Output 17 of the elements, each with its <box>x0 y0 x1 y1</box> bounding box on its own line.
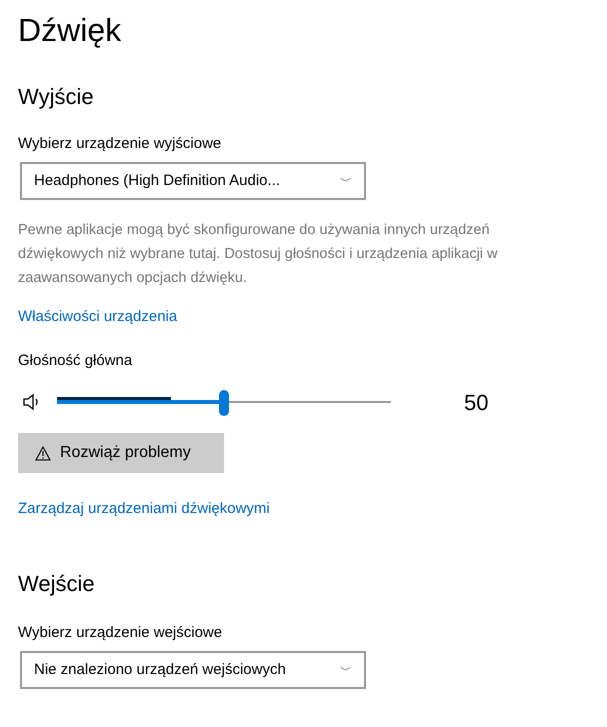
field-label: Wybierz urządzenie wyjściowe <box>18 134 222 154</box>
device-properties-link[interactable]: Właściwości urządzenia <box>18 308 178 325</box>
slider-thumb[interactable] <box>219 390 229 416</box>
device-dropdown[interactable]: Headphones (High Definition Audio... ﹀ <box>20 162 366 200</box>
chevron-icon: ﹀ <box>340 172 352 190</box>
warning-icon <box>35 446 51 460</box>
info-text: Pewne aplikacje mogą być skonfigurowane do używania innych urządzeń dźwiękowych niż wybrane tutaj. Dostosuj głośności i urządzenia aplikacji w zaawansowanych opcjach dźwięku. <box>18 221 499 288</box>
field-label: Wybierz urządzenie wejściowe <box>18 623 222 643</box>
field-label: Głośność główna <box>18 352 132 369</box>
troubleshoot-button[interactable]: Rozwiąż problemy <box>18 433 224 473</box>
manage-devices-link[interactable]: Zarządzaj urządzeniami dźwiękowymi <box>18 500 270 517</box>
chevron-icon: ﹀ <box>340 661 352 679</box>
device-dropdown[interactable]: Nie znaleziono urządzeń wejściowych ﹀ <box>20 651 366 689</box>
section-heading: Wejście <box>18 570 95 598</box>
page-title: Dźwięk <box>18 11 122 50</box>
volume-value: 50 <box>464 388 488 416</box>
section-heading: Wyjście <box>18 83 94 111</box>
